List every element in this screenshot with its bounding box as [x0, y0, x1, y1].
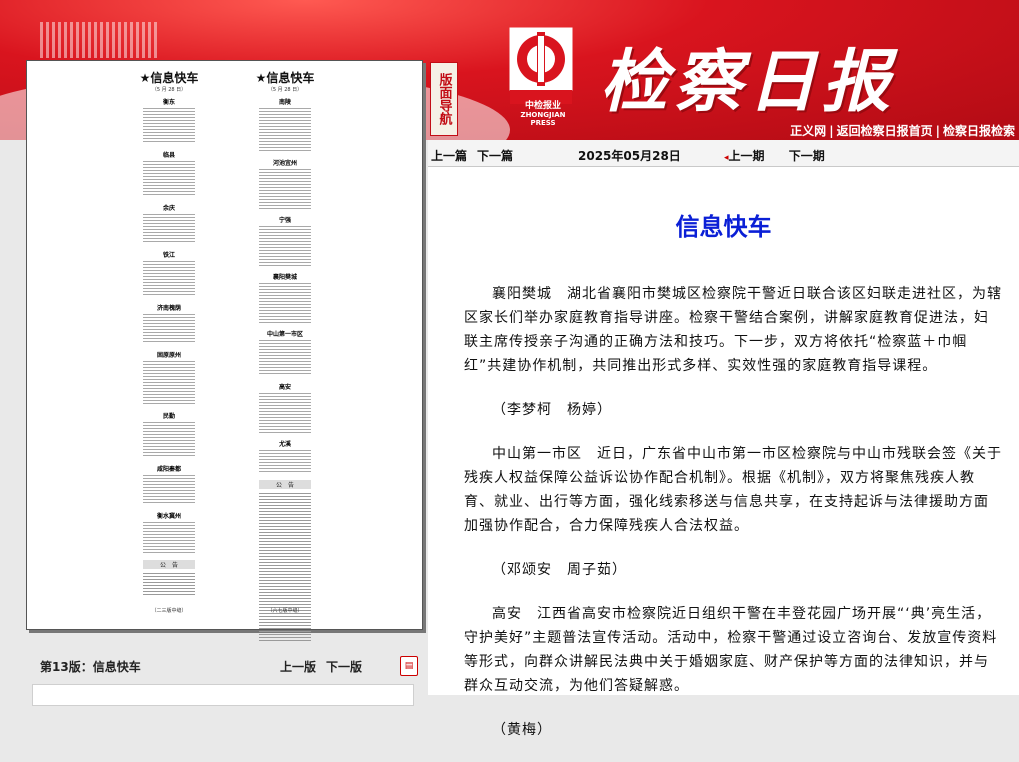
layout-navigation-badge: 版面导航 [430, 62, 458, 136]
news-block-title: 余庆 [162, 205, 175, 212]
article-byline: （黄梅） [492, 722, 552, 738]
text-lines [143, 214, 195, 244]
text-lines [259, 493, 311, 643]
text-lines [259, 169, 311, 209]
news-block[interactable]: 民勤 [143, 411, 195, 458]
top-links: 正义网 | 返回检察日报首页 | 检察日报检索 [790, 122, 1015, 139]
column-23-fold[interactable]: ★信息快车 （5 月 28 日） 衡东 临县 余庆 铁江 济南槐荫 固原原州 民… [140, 69, 198, 614]
issue-nav: ◂上一期 下一期 [724, 147, 835, 164]
article-title: 信息快车 [675, 213, 772, 241]
article-list-box [32, 684, 414, 706]
text-lines [143, 161, 195, 197]
article-byline: （李梦柯 杨婷） [492, 402, 612, 418]
text-lines [259, 393, 311, 433]
news-block-title: 衡东 [162, 99, 175, 106]
text-lines [143, 108, 195, 144]
news-block[interactable]: 余庆 [143, 203, 195, 244]
text-lines [259, 108, 311, 152]
next-issue-link[interactable]: 下一期 [789, 149, 825, 163]
news-block-title: 尤溪 [278, 441, 291, 448]
text-lines [259, 226, 311, 266]
prev-issue-label: 上一期 [728, 149, 765, 163]
prev-issue-link[interactable]: ◂上一期 [724, 149, 779, 163]
logo-caption-en: ZHONGJIAN PRESS [520, 111, 566, 127]
column-heading: ★信息快车 [255, 71, 315, 85]
column-date: （5 月 28 日） [151, 87, 187, 93]
text-lines [143, 422, 195, 458]
news-block-title: 高安 [278, 384, 291, 391]
column-67-fold[interactable]: ★信息快车 （5 月 28 日） 南陵 河池宜州 宁强 襄阳樊城 中山第一市区 … [256, 69, 314, 643]
text-lines [143, 261, 195, 297]
news-block[interactable]: 临县 [143, 150, 195, 197]
text-lines [143, 361, 195, 405]
notice-label: 公 告 [143, 560, 195, 569]
news-block[interactable]: 咸阳秦都 [143, 464, 195, 505]
news-block-title: 中山第一市区 [266, 331, 303, 338]
news-block[interactable]: 宁强 [259, 215, 311, 266]
article-byline: （邓颂安 周子茹） [492, 562, 627, 578]
logo-caption-cn: 中检报业 [524, 101, 561, 111]
notice-label: 公 告 [259, 480, 311, 489]
text-lines [143, 475, 195, 505]
link-separator: | [935, 124, 940, 138]
news-block-title: 铁江 [162, 252, 175, 259]
column-date: （5 月 28 日） [267, 87, 303, 93]
link-separator: | [829, 124, 834, 138]
news-block[interactable]: 中山第一市区 [259, 329, 311, 376]
text-lines [143, 573, 195, 597]
news-block[interactable]: 尤溪 [259, 439, 311, 474]
text-lines [143, 522, 195, 554]
news-block-title: 宁强 [278, 217, 291, 224]
news-block[interactable]: 固原原州 [143, 350, 195, 405]
logo-caption: 中检报业 ZHONGJIAN PRESS [508, 98, 578, 127]
news-block-title: 襄阳樊城 [272, 274, 297, 281]
news-block-title: 固原原州 [156, 352, 181, 359]
issue-date: 2025年05月28日 [578, 149, 681, 163]
news-block[interactable]: 南陵 [259, 97, 311, 152]
text-lines [259, 283, 311, 323]
pdf-icon[interactable]: ▤ [400, 656, 418, 676]
news-block-title: 衡水冀州 [156, 513, 181, 520]
article-body: 襄阳樊城 湖北省襄阳市樊城区检察院干警近日联合该区妇联走进社区，为辖区家长们举办… [464, 282, 1002, 762]
news-block[interactable]: 襄阳樊城 [259, 272, 311, 323]
news-block-title: 南陵 [278, 99, 291, 106]
column-footer: （六七版中缝） [267, 608, 303, 614]
article-paragraph: 襄阳樊城 湖北省襄阳市樊城区检察院干警近日联合该区妇联走进社区，为辖区家长们举办… [464, 286, 1002, 374]
news-block-title: 民勤 [162, 413, 175, 420]
prev-article-link[interactable]: 上一篇 [431, 149, 467, 163]
newspaper-title: 检察日报 [600, 42, 897, 122]
article-panel: 信息快车 襄阳樊城 湖北省襄阳市樊城区检察院干警近日联合该区妇联走进社区，为辖区… [428, 167, 1019, 738]
news-block[interactable]: 济南槐荫 [143, 303, 195, 344]
article-paragraph: 高安 江西省高安市检察院近日组织干警在丰登花园广场开展“‘典’亮生活，守护美好”… [464, 606, 998, 694]
page-thumbnail[interactable]: ★信息快车 （5 月 28 日） 衡东 临县 余庆 铁江 济南槐荫 固原原州 民… [26, 60, 423, 643]
article-nav: 上一篇 下一篇 [431, 147, 523, 164]
text-lines [143, 314, 195, 344]
news-block[interactable]: 高安 [259, 382, 311, 433]
decorative-bars [40, 22, 160, 58]
next-page-link[interactable]: 下一版 [326, 660, 362, 674]
text-lines [259, 340, 311, 376]
link-zhengyiwang[interactable]: 正义网 [790, 124, 826, 138]
article-paragraph: 中山第一市区 近日，广东省中山市第一市区检察院与中山市残联会签《关于残疾人权益保… [464, 446, 1002, 534]
news-block[interactable]: 铁江 [143, 250, 195, 297]
prev-page-link[interactable]: 上一版 [280, 660, 316, 674]
article-toolbar: 上一篇 下一篇 2025年05月28日 ◂上一期 下一期 [428, 140, 1019, 167]
page-footer: 第13版：信息快车 上一版 下一版 [40, 658, 420, 675]
news-block[interactable]: 衡水冀州 [143, 511, 195, 554]
column-footer: （二三版中缝） [151, 608, 187, 614]
news-block-title: 河池宜州 [272, 160, 297, 167]
link-home[interactable]: 返回检察日报首页 [837, 124, 933, 138]
next-article-link[interactable]: 下一篇 [477, 149, 513, 163]
news-block[interactable]: 衡东 [143, 97, 195, 144]
arrow-icon: ◂ [724, 153, 729, 163]
text-lines [259, 450, 311, 474]
link-search[interactable]: 检察日报检索 [943, 124, 1015, 138]
news-block-title: 临县 [162, 152, 175, 159]
column-heading: ★信息快车 [139, 71, 199, 85]
page-nav: 上一版 下一版 [280, 658, 372, 675]
news-block[interactable]: 河池宜州 [259, 158, 311, 209]
section-label: 第13版：信息快车 [40, 660, 141, 674]
news-block-title: 济南槐荫 [156, 305, 181, 312]
news-block-title: 咸阳秦都 [156, 466, 181, 473]
